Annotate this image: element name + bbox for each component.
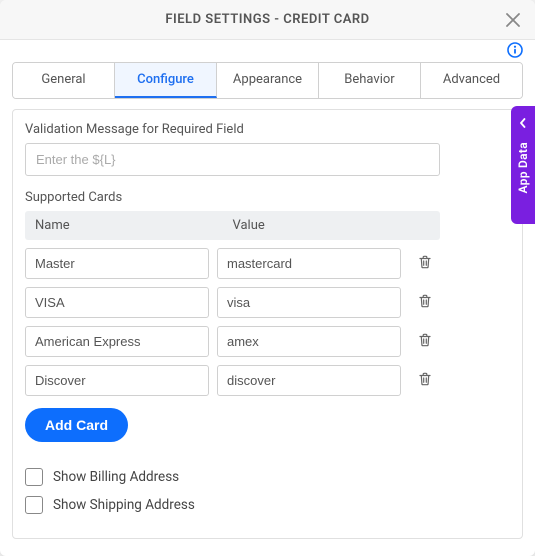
dialog-title: FIELD SETTINGS - CREDIT CARD <box>165 12 369 27</box>
shipping-label[interactable]: Show Shipping Address <box>53 497 195 513</box>
tab-general[interactable]: General <box>13 63 115 98</box>
card-row <box>25 287 510 318</box>
supported-cards-label: Supported Cards <box>25 190 510 205</box>
tab-behavior[interactable]: Behavior <box>319 63 421 98</box>
delete-card-button[interactable] <box>415 371 435 391</box>
info-row <box>0 40 535 56</box>
cards-table-header: Name Value <box>25 211 440 240</box>
side-tab-label: App Data <box>516 142 530 193</box>
card-name-input[interactable] <box>25 326 209 357</box>
trash-icon <box>417 293 433 313</box>
card-value-input[interactable] <box>217 365 401 396</box>
app-data-side-tab[interactable]: App Data <box>511 106 535 224</box>
card-row <box>25 365 510 396</box>
close-button[interactable] <box>501 8 525 32</box>
col-value: Value <box>233 218 431 233</box>
card-name-input[interactable] <box>25 287 209 318</box>
delete-card-button[interactable] <box>415 332 435 352</box>
field-settings-dialog: FIELD SETTINGS - CREDIT CARD General Con… <box>0 0 535 556</box>
billing-label[interactable]: Show Billing Address <box>53 469 179 485</box>
delete-card-button[interactable] <box>415 293 435 313</box>
info-button[interactable] <box>507 42 523 58</box>
add-card-button[interactable]: Add Card <box>25 408 128 442</box>
trash-icon <box>417 332 433 352</box>
dialog-header: FIELD SETTINGS - CREDIT CARD <box>0 0 535 40</box>
card-name-input[interactable] <box>25 248 209 279</box>
trash-icon <box>417 371 433 391</box>
card-row <box>25 248 510 279</box>
billing-checkbox[interactable] <box>25 468 43 486</box>
shipping-checkbox[interactable] <box>25 496 43 514</box>
chevron-left-icon <box>518 116 528 132</box>
trash-icon <box>417 254 433 274</box>
delete-card-button[interactable] <box>415 254 435 274</box>
checkboxes: Show Billing Address Show Shipping Addre… <box>25 468 510 514</box>
tab-advanced[interactable]: Advanced <box>421 63 522 98</box>
info-icon <box>507 42 523 58</box>
billing-checkbox-row: Show Billing Address <box>25 468 510 486</box>
card-value-input[interactable] <box>217 326 401 357</box>
col-name: Name <box>35 218 233 233</box>
configure-panel: Validation Message for Required Field Su… <box>12 109 523 539</box>
card-value-input[interactable] <box>217 248 401 279</box>
card-name-input[interactable] <box>25 365 209 396</box>
validation-message-input[interactable] <box>25 143 440 176</box>
card-row <box>25 326 510 357</box>
tabs: General Configure Appearance Behavior Ad… <box>12 62 523 99</box>
cards-list <box>25 248 510 396</box>
tab-appearance[interactable]: Appearance <box>217 63 319 98</box>
close-icon <box>506 13 520 27</box>
card-value-input[interactable] <box>217 287 401 318</box>
shipping-checkbox-row: Show Shipping Address <box>25 496 510 514</box>
validation-label: Validation Message for Required Field <box>25 122 510 137</box>
tab-configure[interactable]: Configure <box>115 63 217 98</box>
